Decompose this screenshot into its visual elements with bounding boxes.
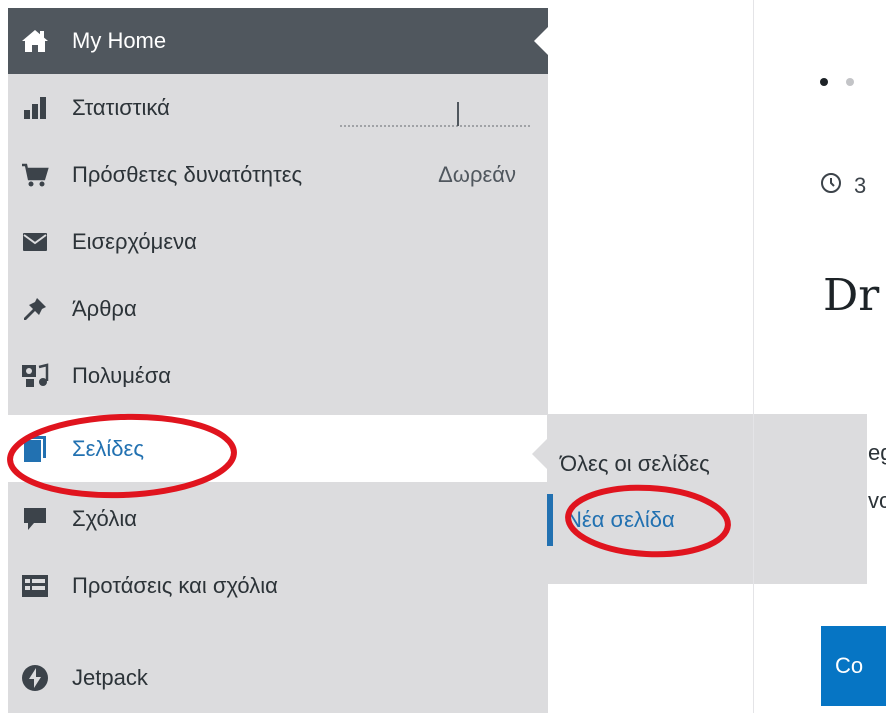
clock-icon [820, 172, 842, 200]
current-indicator [534, 27, 548, 55]
card-title: Dr [823, 270, 880, 321]
sidebar-item-pages[interactable]: Σελίδες [8, 415, 548, 482]
sidebar-item-label: Στατιστικά [72, 94, 170, 120]
sidebar-item-label: Άρθρα [72, 295, 137, 321]
sidebar-item-label: My Home [72, 28, 167, 53]
card-text-line: eg [868, 440, 886, 465]
free-badge: Δωρεάν [438, 161, 516, 187]
sidebar-item-jetpack[interactable]: Jetpack [8, 644, 548, 711]
carousel-dot[interactable] [846, 78, 854, 86]
pin-icon [20, 294, 50, 324]
sidebar-item-stats[interactable]: Στατιστικά [8, 74, 548, 141]
sidebar-item-comments[interactable]: Σχόλια [8, 485, 548, 552]
stats-bars-icon [20, 93, 50, 123]
home-icon [20, 26, 50, 56]
mail-icon [20, 227, 50, 257]
sidebar-item-my-home[interactable]: My Home [8, 8, 548, 74]
sidebar-item-label: Σελίδες [72, 435, 144, 461]
pages-icon [20, 434, 50, 464]
submenu-item-all-pages[interactable]: Όλες οι σελίδες [547, 438, 867, 490]
sidebar-item-label: Προτάσεις και σχόλια [72, 572, 278, 598]
sidebar-item-label: Πολυμέσα [72, 362, 171, 388]
sidebar-item-label: Σχόλια [72, 505, 137, 531]
card-text-line: vc [868, 488, 886, 513]
page: My Home Στατιστικά Πρόσθετες δυνατότητες… [0, 0, 886, 713]
carousel-dot-active[interactable] [820, 78, 828, 86]
pages-submenu: Όλες οι σελίδες Νέα σελίδα [547, 414, 867, 584]
time-estimate-text: 3 [854, 173, 867, 198]
continue-button[interactable]: Co [821, 626, 886, 706]
time-estimate: 3 [820, 172, 866, 200]
sidebar-item-label: Εισερχόμενα [72, 228, 197, 254]
jetpack-icon [20, 663, 50, 693]
submenu-item-label: Νέα σελίδα [566, 507, 675, 532]
media-icon [20, 361, 50, 391]
continue-button-label: Co [835, 653, 864, 678]
sidebar-item-addons[interactable]: Πρόσθετες δυνατότητες Δωρεάν [8, 141, 548, 208]
sidebar-menu: My Home Στατιστικά Πρόσθετες δυνατότητες… [8, 8, 548, 713]
sidebar-item-media[interactable]: Πολυμέσα [8, 342, 548, 409]
comment-icon [20, 504, 50, 534]
submenu-item-label: Όλες οι σελίδες [560, 451, 710, 476]
flyout-pointer [532, 439, 547, 469]
sidebar-item-label: Πρόσθετες δυνατότητες [72, 161, 303, 187]
sidebar-item-posts[interactable]: Άρθρα [8, 275, 548, 342]
feedback-icon [20, 571, 50, 601]
sidebar-item-label: Jetpack [72, 664, 148, 690]
sidebar-item-feedback[interactable]: Προτάσεις και σχόλια [8, 552, 548, 619]
sidebar-item-inbox[interactable]: Εισερχόμενα [8, 208, 548, 275]
cart-icon [20, 160, 50, 190]
submenu-item-new-page[interactable]: Νέα σελίδα [547, 494, 867, 546]
stats-sparkline [340, 102, 530, 127]
content-divider [753, 0, 754, 713]
